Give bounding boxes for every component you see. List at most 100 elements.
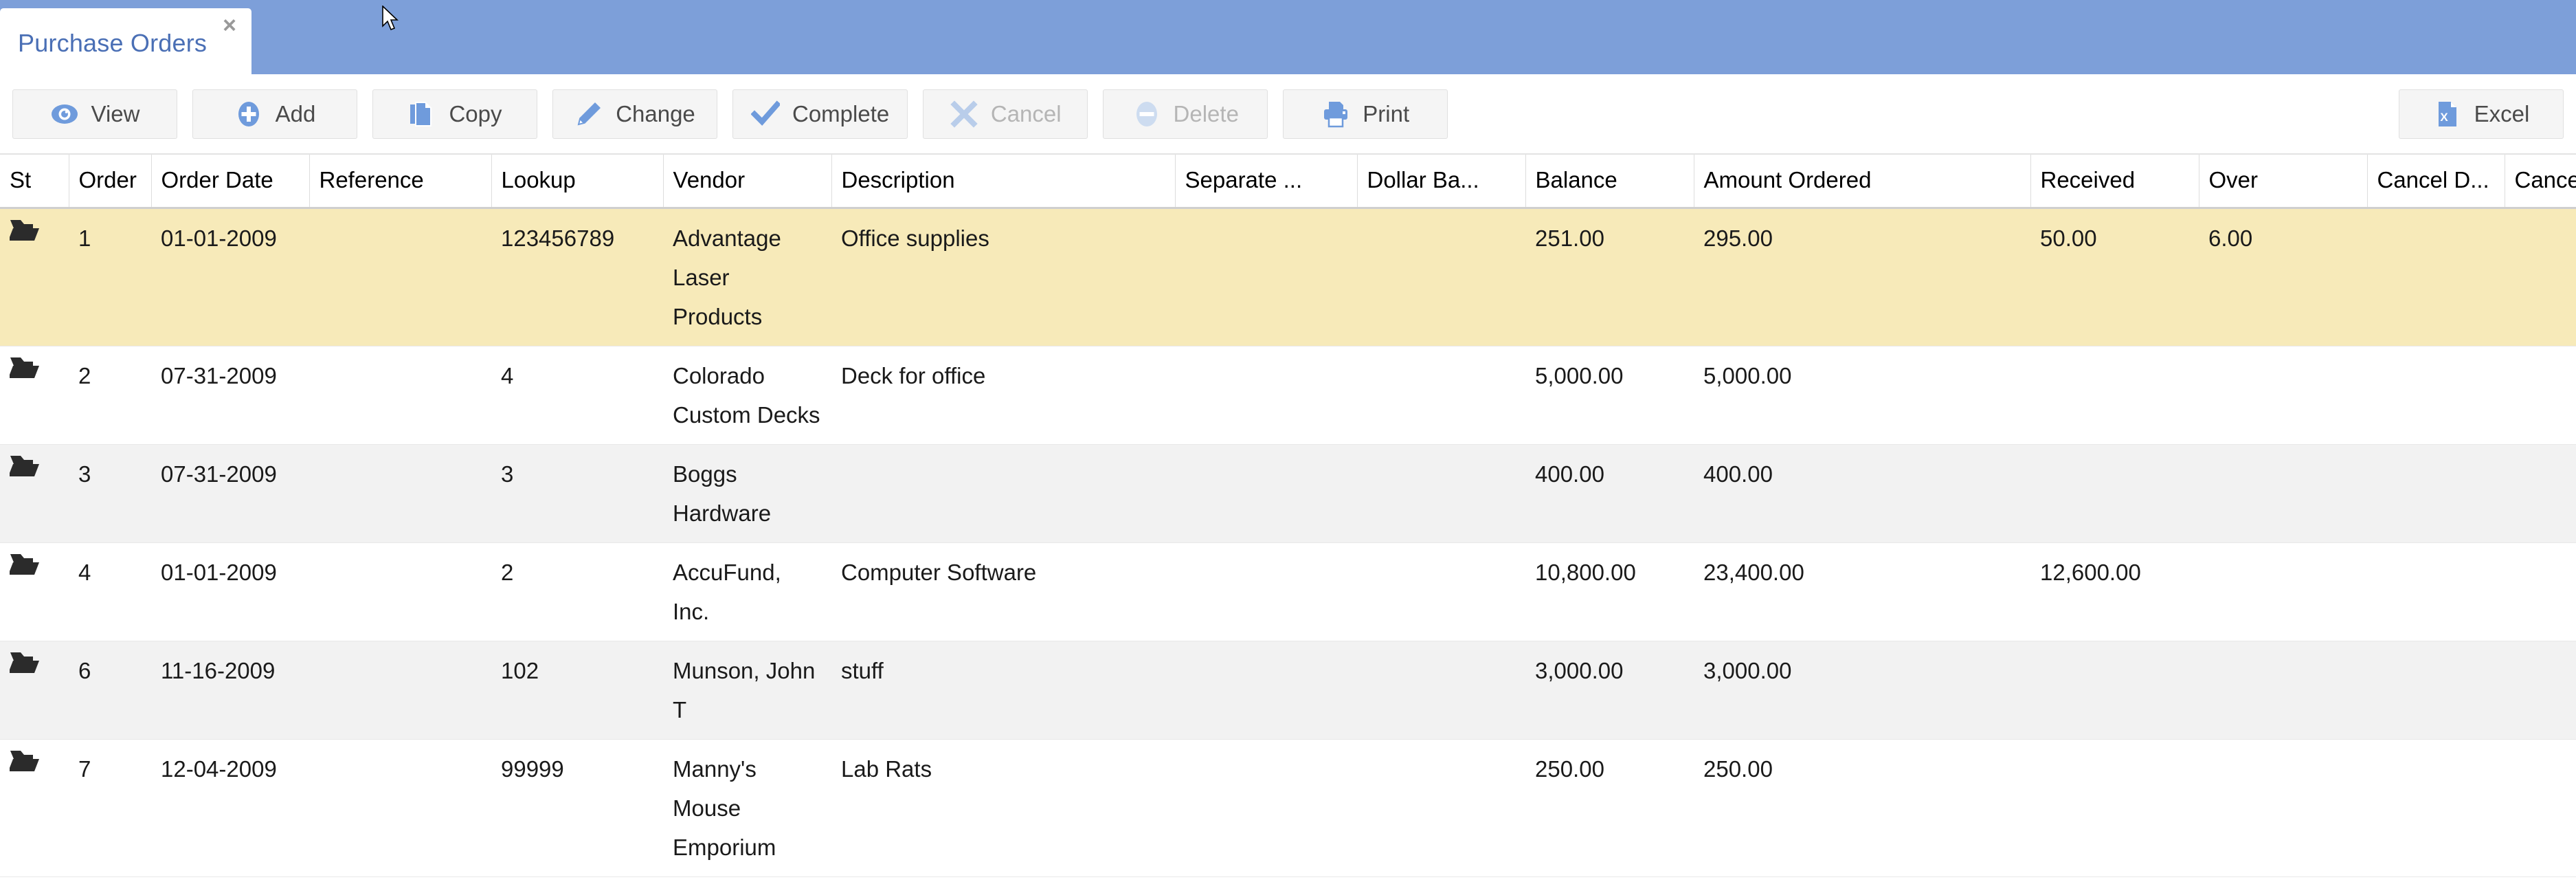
column-header-lookup[interactable]: Lookup (491, 155, 664, 209)
cell-separate (1175, 444, 1357, 543)
delete-button[interactable]: Delete (1103, 89, 1268, 139)
table-row[interactable]: 6 11-16-2009 102 Munson, John Tstuff 3,000.0… (0, 641, 2576, 740)
table-row[interactable]: 4 01-01-2009 2 AccuFund, Inc. Computer Softw… (0, 542, 2576, 641)
cell-reference (309, 208, 491, 346)
cell-dollar-balance (1357, 542, 1525, 641)
row-status-cell[interactable] (0, 542, 69, 641)
row-status-cell[interactable] (0, 208, 69, 346)
cell-description: stuff (831, 641, 1175, 740)
cell-description: Lab Rats (831, 739, 1175, 877)
cell-description: Office supplies (831, 208, 1175, 346)
view-button[interactable]: View (12, 89, 177, 139)
copy-icon (407, 100, 436, 129)
column-header-balance[interactable]: Balance (1525, 155, 1694, 209)
open-folder-icon (10, 554, 39, 575)
column-header-amount-ordered[interactable]: Amount Ordered (1694, 155, 2031, 209)
column-header-order-date[interactable]: Order Date (151, 155, 310, 209)
open-folder-icon (10, 751, 39, 771)
cancel-button[interactable]: Cancel (923, 89, 1088, 139)
column-header-order[interactable]: Order (69, 155, 152, 209)
complete-button[interactable]: Complete (732, 89, 908, 139)
cell-received (2030, 444, 2199, 543)
purchase-orders-grid: St Order Order Date Reference Lookup Ven… (0, 155, 2576, 877)
cell-cancelled (2505, 444, 2576, 543)
cell-over (2199, 444, 2367, 543)
cell-cancelled (2505, 739, 2576, 877)
cell-order-date: 11-16-2009 (151, 641, 309, 740)
cell-order-date: 07-31-2009 (151, 444, 309, 543)
cell-over (2199, 346, 2367, 445)
cell-over: 6.00 (2199, 208, 2367, 346)
column-header-separate[interactable]: Separate ... (1175, 155, 1358, 209)
cell-amount-ordered: 3,000.00 (1694, 641, 2030, 740)
table-row[interactable]: 3 07-31-2009 3 Boggs Hardware 400.00 400.00 (0, 444, 2576, 543)
table-header: St Order Order Date Reference Lookup Ven… (0, 155, 2576, 209)
change-button[interactable]: Change (552, 89, 717, 139)
column-header-vendor[interactable]: Vendor (663, 155, 832, 209)
cell-order: 6 (69, 641, 151, 740)
table-row[interactable]: 7 12-04-2009 99999 Manny's Mouse Emporium La… (0, 739, 2576, 877)
tab-purchase-orders[interactable]: Purchase Orders × (0, 8, 251, 74)
excel-export-label: Excel (2474, 101, 2530, 126)
printer-icon (1321, 100, 1350, 129)
cell-cancel-date (2367, 641, 2505, 740)
cell-cancel-date (2367, 208, 2505, 346)
column-header-over[interactable]: Over (2199, 155, 2368, 209)
copy-button[interactable]: Copy (372, 89, 537, 139)
column-header-received[interactable]: Received (2030, 155, 2199, 209)
cell-amount-ordered: 400.00 (1694, 444, 2030, 543)
table-row[interactable]: 1 01-01-2009 123456789 Advantage Laser Prod… (0, 208, 2576, 346)
row-status-cell[interactable] (0, 739, 69, 877)
cell-reference (309, 739, 491, 877)
add-button[interactable]: Add (192, 89, 357, 139)
row-status-cell[interactable] (0, 444, 69, 543)
cell-order-date: 01-01-2009 (151, 208, 309, 346)
svg-text:X: X (2440, 111, 2448, 124)
cell-vendor: Manny's Mouse Emporium (663, 739, 831, 877)
tab-label: Purchase Orders (18, 29, 208, 57)
cell-cancel-date (2367, 542, 2505, 641)
cell-cancel-date (2367, 346, 2505, 445)
open-folder-icon (10, 220, 39, 241)
toolbar-button-group: View Add Copy Change Complete Cancel Del… (12, 89, 1448, 139)
excel-file-icon: X (2433, 100, 2462, 129)
row-status-cell[interactable] (0, 641, 69, 740)
row-status-cell[interactable] (0, 346, 69, 445)
cell-cancelled (2505, 542, 2576, 641)
copy-button-label: Copy (449, 101, 502, 126)
plus-circle-icon (234, 100, 263, 129)
cell-order-date: 07-31-2009 (151, 346, 309, 445)
table-row[interactable]: 2 07-31-2009 4 Colorado Custom Decks Deck fo… (0, 346, 2576, 445)
cell-reference (309, 346, 491, 445)
column-header-dollar-balance[interactable]: Dollar Ba... (1357, 155, 1526, 209)
cell-order: 2 (69, 346, 151, 445)
close-icon[interactable]: × (223, 14, 236, 37)
cell-balance: 3,000.00 (1525, 641, 1694, 740)
cell-over (2199, 739, 2367, 877)
cancel-button-label: Cancel (990, 101, 1062, 126)
column-header-st[interactable]: St (0, 155, 69, 209)
minus-circle-icon (1132, 100, 1161, 129)
cell-order: 1 (69, 208, 151, 346)
cell-balance: 251.00 (1525, 208, 1694, 346)
column-header-cancelled[interactable]: Cancelled (2505, 155, 2576, 209)
cell-description: Deck for office (831, 346, 1175, 445)
cell-lookup: 102 (491, 641, 663, 740)
open-folder-icon (10, 357, 39, 378)
column-header-reference[interactable]: Reference (309, 155, 492, 209)
cell-cancelled (2505, 208, 2576, 346)
cell-description: Computer Software (831, 542, 1175, 641)
cell-amount-ordered: 250.00 (1694, 739, 2030, 877)
action-toolbar: View Add Copy Change Complete Cancel Del… (0, 74, 2576, 155)
cell-dollar-balance (1357, 208, 1525, 346)
mouse-cursor-icon (382, 5, 399, 31)
cell-dollar-balance (1357, 444, 1525, 543)
cell-received: 12,600.00 (2030, 542, 2199, 641)
print-button-label: Print (1363, 101, 1410, 126)
cell-order: 4 (69, 542, 151, 641)
eye-icon (50, 100, 79, 129)
excel-export-button[interactable]: X Excel (2399, 89, 2564, 139)
column-header-description[interactable]: Description (831, 155, 1176, 209)
column-header-cancel-date[interactable]: Cancel D... (2367, 155, 2505, 209)
print-button[interactable]: Print (1283, 89, 1448, 139)
